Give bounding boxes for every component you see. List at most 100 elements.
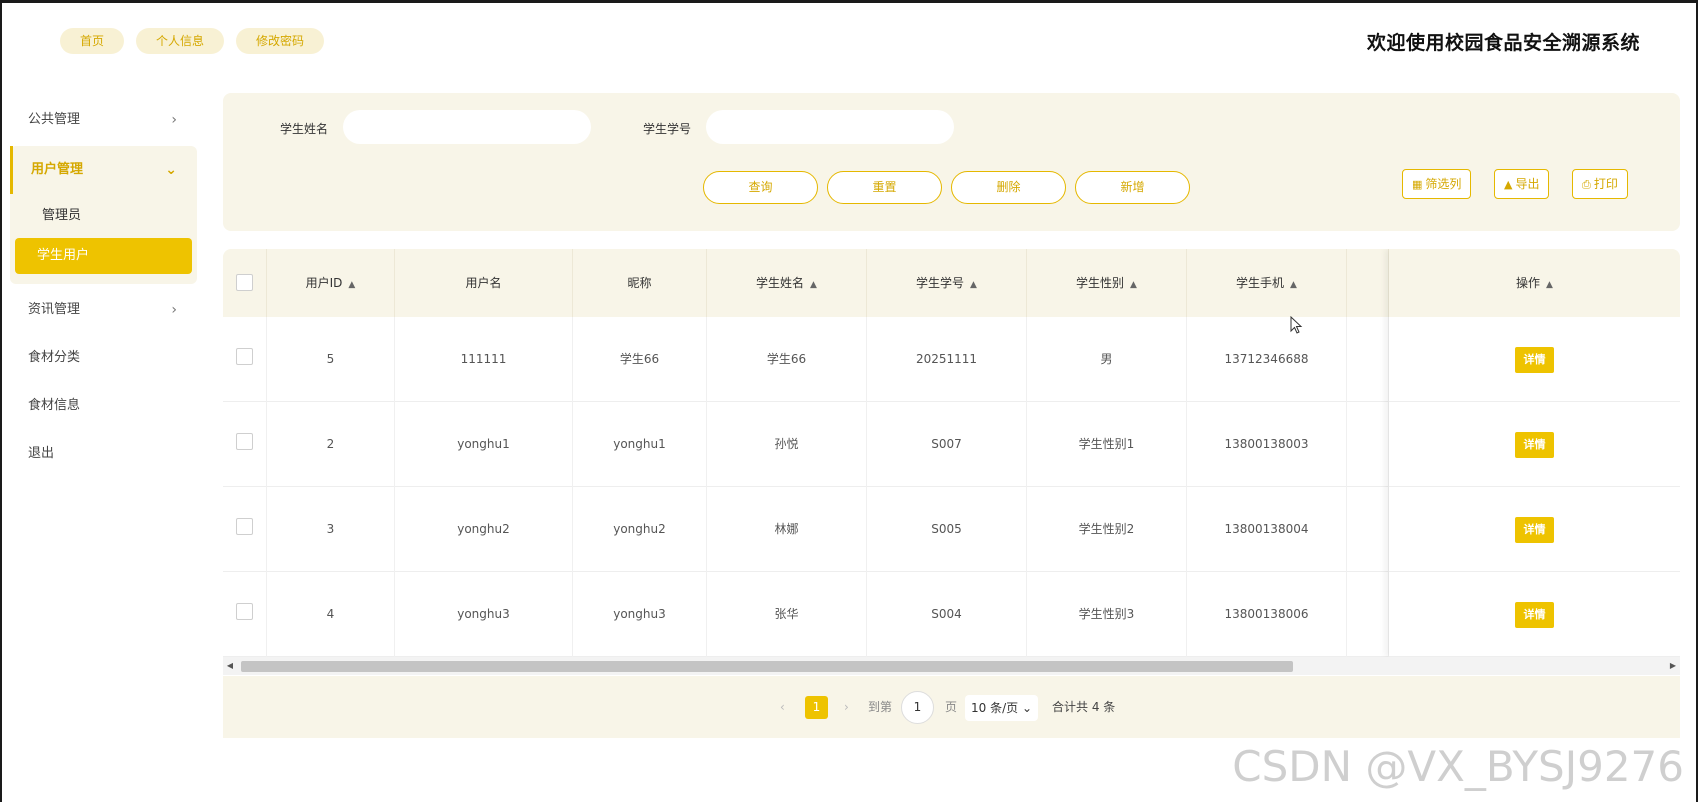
sidebar-item-logout[interactable]: 退出 [10, 430, 197, 478]
scrollbar-thumb[interactable] [241, 661, 1293, 672]
sidebar-item-label: 用户管理 [31, 162, 84, 177]
columns-icon: ▦ [1412, 178, 1423, 191]
cell-username: yonghu2 [395, 487, 573, 572]
cell-name: 孙悦 [707, 402, 867, 487]
sort-icon[interactable]: ▲︎ [970, 280, 977, 290]
chevron-right-icon: › [171, 302, 177, 318]
chevron-down-icon: ⌄ [1021, 701, 1033, 715]
reset-button[interactable]: 重置 [827, 171, 942, 204]
sidebar-item-food-info[interactable]: 食材信息 [10, 382, 197, 430]
filter-columns-button[interactable]: ▦ 筛选列 [1402, 169, 1472, 199]
sidebar-item-students[interactable]: 学生用户 [15, 238, 192, 274]
row-checkbox-cell [223, 572, 267, 657]
sidebar-item-news[interactable]: 资讯管理 › [10, 286, 197, 334]
sidebar-item-public[interactable]: 公共管理 › [10, 96, 197, 144]
row-checkbox[interactable] [236, 433, 253, 450]
nav-home-button[interactable]: 首页 [60, 28, 125, 54]
sort-icon[interactable]: ▲︎ [1130, 280, 1137, 290]
cell-phone: 13800138003 [1187, 402, 1347, 487]
header-label: 学生学号 [916, 276, 965, 290]
search-panel: 学生姓名 学生学号 查询 重置 删除 新增 ▦ 筛选列 ▲ 导出 ⎙ 打印 [223, 93, 1680, 231]
filter-columns-label: 筛选列 [1425, 177, 1462, 191]
print-button[interactable]: ⎙ 打印 [1572, 169, 1628, 199]
cell-nickname: yonghu2 [573, 487, 707, 572]
sidebar-item-label: 退出 [28, 446, 55, 461]
student-number-input[interactable] [706, 110, 954, 144]
cell-spacer [1347, 487, 1389, 572]
row-checkbox[interactable] [236, 603, 253, 620]
sidebar-item-admin[interactable]: 管理员 [15, 196, 192, 236]
cell-nickname: yonghu1 [573, 402, 707, 487]
sidebar-group-users: 用户管理 ⌄ 管理员 学生用户 [10, 146, 197, 284]
watermark: CSDN @VX_BYSJ9276 [1232, 742, 1684, 791]
sidebar-item-users[interactable]: 用户管理 ⌄ [10, 146, 197, 194]
header-student-name[interactable]: 学生姓名 ▲︎ [707, 249, 867, 317]
page-number-current[interactable]: 1 [805, 696, 828, 719]
cell-spacer [1347, 572, 1389, 657]
delete-button[interactable]: 删除 [951, 171, 1066, 204]
nav-change-password-button[interactable]: 修改密码 [236, 28, 325, 54]
header-spacer [1347, 249, 1389, 317]
cell-spacer [1347, 402, 1389, 487]
chevron-right-icon: › [171, 112, 177, 128]
header-user-id[interactable]: 用户ID ▲︎ [267, 249, 395, 317]
page-size-select[interactable]: 10 条/页 ⌄ [965, 695, 1039, 721]
next-page-icon[interactable]: › [844, 676, 849, 738]
add-button[interactable]: 新增 [1075, 171, 1190, 204]
header-label: 用户ID [305, 276, 343, 290]
header-student-number[interactable]: 学生学号 ▲︎ [867, 249, 1027, 317]
header-label: 学生姓名 [756, 276, 805, 290]
page-size-value: 10 条/页 [971, 701, 1019, 715]
header-checkbox-cell [223, 249, 267, 317]
cell-id: 5 [267, 317, 395, 402]
header-phone[interactable]: 学生手机 ▲︎ [1187, 249, 1347, 317]
printer-icon: ⎙ [1582, 178, 1591, 191]
student-name-input[interactable] [343, 110, 591, 144]
student-number-label: 学生学号 [643, 122, 692, 136]
sidebar-item-label: 公共管理 [28, 112, 81, 127]
chevron-down-icon: ⌄ [165, 162, 177, 178]
scroll-right-icon[interactable]: ▶ [1666, 657, 1680, 675]
cell-number: 20251111 [867, 317, 1027, 402]
cell-username: yonghu3 [395, 572, 573, 657]
export-button[interactable]: ▲ 导出 [1494, 169, 1550, 199]
sidebar-item-label: 食材信息 [28, 398, 81, 413]
row-checkbox[interactable] [236, 518, 253, 535]
sort-icon[interactable]: ▲︎ [348, 280, 355, 290]
cell-number: S005 [867, 487, 1027, 572]
select-all-checkbox[interactable] [236, 274, 253, 291]
top-nav: 首页 个人信息 修改密码 [60, 28, 325, 54]
cell-username: 111111 [395, 317, 573, 402]
cell-id: 2 [267, 402, 395, 487]
prev-page-icon[interactable]: ‹ [780, 676, 785, 738]
sort-icon[interactable]: ▲︎ [810, 280, 817, 290]
cell-username: yonghu1 [395, 402, 573, 487]
cell-nickname: yonghu3 [573, 572, 707, 657]
fixed-operations-shadow [1389, 249, 1680, 657]
goto-page-input[interactable]: 1 [901, 691, 934, 724]
nav-profile-button[interactable]: 个人信息 [136, 28, 225, 54]
cell-gender: 男 [1027, 317, 1187, 402]
cell-id: 3 [267, 487, 395, 572]
row-checkbox-cell [223, 487, 267, 572]
query-button[interactable]: 查询 [703, 171, 818, 204]
print-label: 打印 [1593, 177, 1618, 191]
cell-phone: 13712346688 [1187, 317, 1347, 402]
sidebar-item-food-category[interactable]: 食材分类 [10, 334, 197, 382]
scroll-left-icon[interactable]: ◀ [223, 657, 237, 675]
row-checkbox-cell [223, 317, 267, 402]
header-gender[interactable]: 学生性别 ▲︎ [1027, 249, 1187, 317]
sort-icon[interactable]: ▲︎ [1290, 280, 1297, 290]
cell-spacer [1347, 317, 1389, 402]
cell-gender: 学生性别1 [1027, 402, 1187, 487]
header-username: 用户名 [395, 249, 573, 317]
cell-name: 张华 [707, 572, 867, 657]
row-checkbox[interactable] [236, 348, 253, 365]
horizontal-scrollbar[interactable]: ◀ ▶ [223, 657, 1680, 675]
export-label: 导出 [1515, 177, 1540, 191]
page-suffix-label: 页 [945, 700, 958, 714]
cell-name: 林娜 [707, 487, 867, 572]
cell-nickname: 学生66 [573, 317, 707, 402]
cell-id: 4 [267, 572, 395, 657]
pagination: ‹ 1 › 到第 1 页 10 条/页 ⌄ 合计共 4 条 [223, 676, 1680, 738]
